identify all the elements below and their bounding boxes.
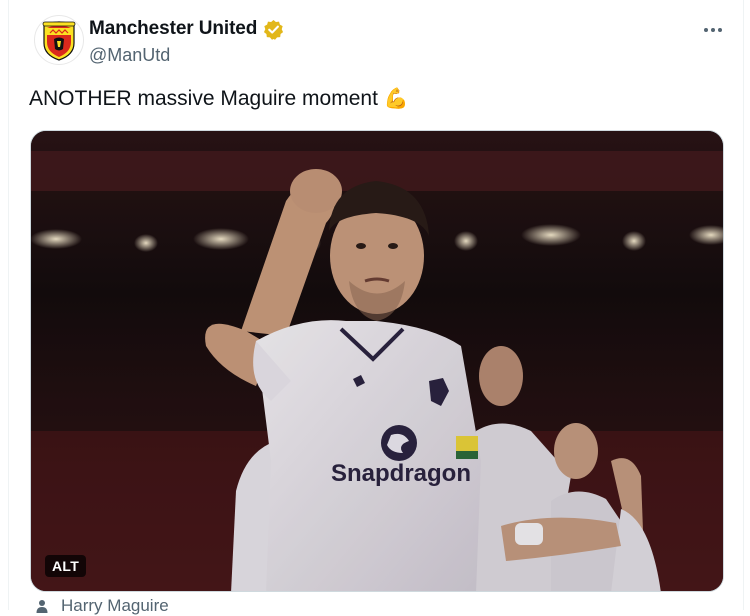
flexed-biceps-emoji: 💪 [383, 88, 409, 110]
account-name-row: Manchester United [89, 18, 284, 40]
person-icon [36, 600, 48, 613]
manchester-united-crest-icon [42, 21, 76, 61]
account-avatar[interactable] [34, 15, 84, 65]
tagged-people[interactable]: Harry Maguire [35, 596, 169, 616]
tagged-person-name[interactable]: Harry Maguire [61, 596, 169, 616]
tweet-card[interactable]: Manchester United @ManUtd ANOTHER massiv… [8, 0, 744, 615]
more-dot-icon [711, 28, 715, 32]
tweet-photo[interactable]: Snapdragon ALT [30, 130, 724, 592]
more-options-button[interactable] [701, 18, 725, 42]
verified-badge-icon[interactable] [263, 19, 284, 40]
alt-text-button[interactable]: ALT [45, 555, 87, 577]
account-display-name[interactable]: Manchester United [89, 18, 257, 40]
tweet-body: ANOTHER massive Maguire moment [29, 86, 378, 110]
more-dot-icon [718, 28, 722, 32]
tweet-text: ANOTHER massive Maguire moment 💪 [29, 86, 409, 111]
more-dot-icon [704, 28, 708, 32]
photo-illustration: Snapdragon [31, 131, 723, 591]
account-handle[interactable]: @ManUtd [89, 45, 170, 66]
